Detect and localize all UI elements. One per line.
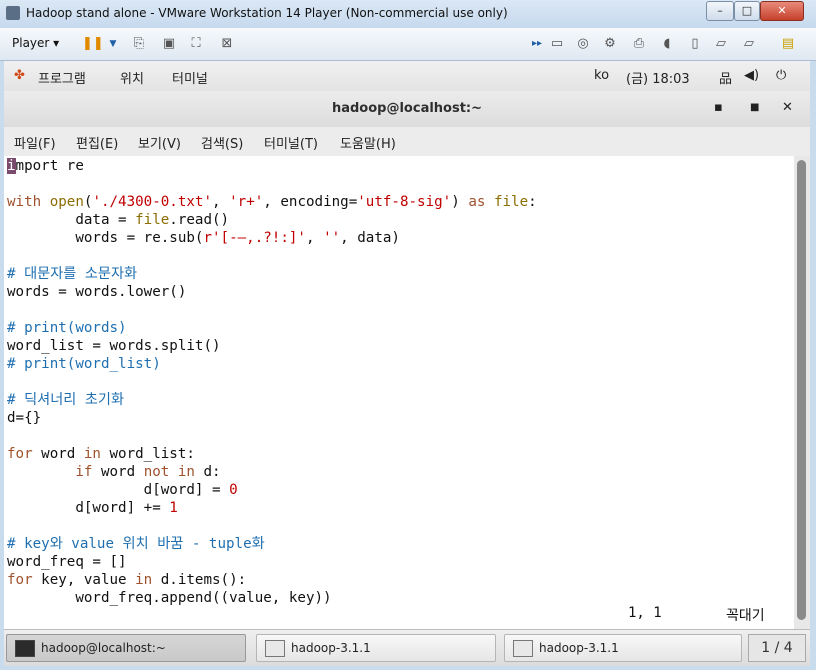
file-manager-icon (513, 640, 533, 657)
terminal-maximize-icon[interactable]: ■ (750, 102, 759, 113)
floppy-icon[interactable]: ▱ (712, 36, 730, 52)
code-line-19: d[word] = 0 (7, 482, 238, 498)
menu-terminal[interactable]: 터미널(T) (264, 133, 318, 152)
code-line-7: # 대문자를 소문자화 (7, 266, 138, 282)
vmware-title-bar: Hadoop stand alone - VMware Workstation … (0, 0, 816, 29)
code-line-4: data = file.read() (7, 212, 230, 228)
code-line-15: d={} (7, 410, 42, 426)
code-line-25: word_freq.append((value, key)) (7, 590, 332, 606)
removable-devices-icon[interactable]: ▣ (160, 36, 178, 52)
fullscreen-icon[interactable]: ⛶ (187, 36, 205, 52)
taskbar-item-folder-2[interactable]: hadoop-3.1.1 (504, 634, 742, 662)
terminal-menubar: 파일(F) 편집(E) 보기(V) 검색(S) 터미널(T) 도움말(H) (4, 127, 810, 156)
menu-view[interactable]: 보기(V) (138, 133, 181, 152)
scrollbar[interactable] (794, 156, 810, 629)
close-button[interactable]: ✕ (760, 1, 804, 21)
gnome-top-panel: ✤ 프로그램 위치 터미널 ko (금) 18:03 品 ◀) ⏻ (4, 61, 810, 92)
code-line-8: words = words.lower() (7, 284, 187, 300)
code-line-14: # 딕셔너리 초기화 (7, 392, 124, 408)
input-method-indicator[interactable]: ko (594, 68, 609, 83)
terminal-close-icon[interactable]: ✕ (782, 100, 793, 115)
volume-icon[interactable]: ◀) (744, 68, 759, 83)
pause-icon[interactable]: ❚❚ (82, 36, 104, 52)
workspace-pager[interactable]: 1 / 4 (748, 634, 806, 662)
cd-drive-icon[interactable]: ◎ (574, 36, 592, 52)
code-line-23: word_freq = [] (7, 554, 127, 570)
code-line-22: # key와 value 위치 바꿈 - tuple화 (7, 536, 265, 552)
network-icon[interactable]: 品 (719, 68, 732, 87)
applications-menu[interactable]: 프로그램 (38, 68, 86, 87)
places-menu[interactable]: 위치 (120, 68, 144, 87)
sound-card-icon[interactable]: ◖ (658, 36, 676, 52)
printer-icon[interactable]: ⎙ (630, 36, 648, 52)
file-manager-icon (265, 640, 285, 657)
scrollbar-thumb[interactable] (797, 160, 806, 620)
menu-search[interactable]: 검색(S) (201, 133, 243, 152)
terminal-minimize-icon[interactable]: ▪ (714, 100, 723, 115)
code-line-10: # print(words) (7, 320, 127, 336)
expand-icon[interactable]: ▸▸ (528, 36, 546, 52)
send-ctrl-alt-del-icon[interactable]: ⎘ (130, 36, 148, 52)
code-line-17: for word in word_list: (7, 446, 195, 462)
message-log-icon[interactable]: ▤ (779, 36, 797, 52)
terminal-title: hadoop@localhost:~ (331, 101, 483, 116)
scroll-position: 꼭대기 (726, 608, 765, 624)
code-line-11: word_list = words.split() (7, 338, 221, 354)
code-line-18: if word not in d: (75, 464, 221, 480)
menu-edit[interactable]: 편집(E) (76, 133, 118, 152)
vmware-logo-icon (6, 6, 20, 20)
menu-help[interactable]: 도움말(H) (340, 133, 396, 152)
clock[interactable]: (금) 18:03 (626, 68, 690, 87)
code-line-1: import re (7, 158, 84, 174)
maximize-button[interactable]: □ (734, 1, 760, 21)
terminal-icon (15, 640, 35, 657)
code-line-20: d[word] += 1 (7, 500, 178, 516)
terminal-menu[interactable]: 터미널 (172, 68, 208, 87)
vmware-toolbar: Player ▾ ❚❚ ▼ ⎘ ▣ ⛶ ⊠ ▸▸ ▭ ◎ ⚙ ⎙ ◖ ▯ ▱ ▱… (0, 28, 816, 61)
taskbar-item-folder-1[interactable]: hadoop-3.1.1 (256, 634, 496, 662)
hard-disk-icon[interactable]: ▭ (548, 36, 566, 52)
code-line-3: with open('./4300-0.txt', 'r+', encoding… (7, 194, 537, 210)
applications-icon: ✤ (14, 68, 25, 83)
player-menu-button[interactable]: Player ▾ (12, 36, 59, 50)
power-icon[interactable]: ⏻ (776, 68, 786, 83)
chevron-down-icon[interactable]: ▼ (104, 36, 122, 52)
code-line-5: words = re.sub(r'[-—,.?!:]', '', data) (7, 230, 400, 246)
unity-icon[interactable]: ⊠ (218, 36, 236, 52)
minimize-button[interactable]: – (706, 1, 734, 21)
usb-device-icon[interactable]: ▯ (686, 36, 704, 52)
text-cursor: i (7, 158, 16, 174)
menu-file[interactable]: 파일(F) (14, 133, 56, 152)
code-line-12: # print(word_list) (7, 356, 161, 372)
terminal-content[interactable]: import re with open('./4300-0.txt', 'r+'… (4, 156, 794, 629)
cursor-position: 1, 1 (628, 605, 662, 621)
taskbar-item-terminal[interactable]: hadoop@localhost:~ (6, 634, 246, 662)
terminal-title-bar: hadoop@localhost:~ ▪ ■ ✕ (4, 91, 810, 128)
bottom-taskbar: hadoop@localhost:~ hadoop-3.1.1 hadoop-3… (4, 629, 810, 666)
window-title: Hadoop stand alone - VMware Workstation … (26, 6, 508, 20)
code-line-24: for key, value in d.items(): (7, 572, 247, 588)
display-icon[interactable]: ▱ (740, 36, 758, 52)
network-adapter-icon[interactable]: ⚙ (601, 36, 619, 52)
